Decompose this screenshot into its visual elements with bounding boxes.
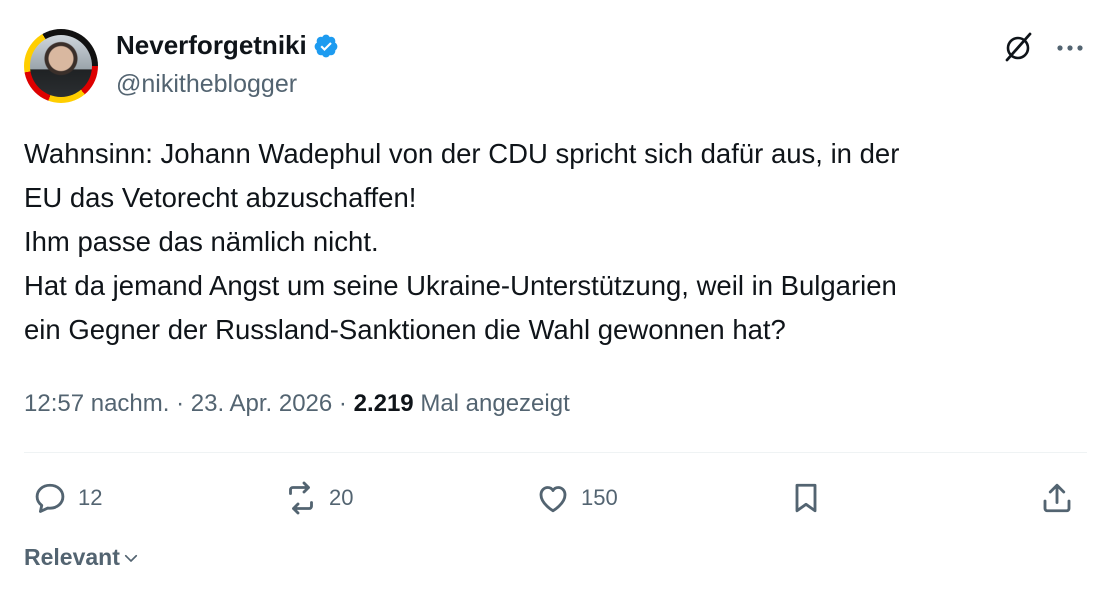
sort-label: Relevant xyxy=(24,544,120,570)
verified-badge-icon xyxy=(314,34,338,57)
repost-button[interactable]: 20 xyxy=(283,480,353,516)
view-count-label: Mal angezeigt xyxy=(420,390,570,417)
avatar-photo xyxy=(30,35,92,97)
tweet-line: EU das Vetorecht abzuschaffen! xyxy=(24,182,417,213)
reply-button[interactable]: 12 xyxy=(32,480,102,516)
tweet-date[interactable]: 23. Apr. 2026 xyxy=(191,390,332,417)
like-button[interactable]: 150 xyxy=(535,480,618,516)
tweet-line: Hat da jemand Angst um seine Ukraine-Unt… xyxy=(24,270,897,301)
reply-count: 12 xyxy=(78,485,103,510)
author-name-row[interactable]: Neverforgetniki xyxy=(116,30,339,61)
chevron-down-icon xyxy=(124,554,137,562)
bookmark-icon xyxy=(795,483,817,513)
author-display-name[interactable]: Neverforgetniki xyxy=(116,30,307,61)
tweet-time[interactable]: 12:57 nachm. xyxy=(24,390,169,417)
tweet-line: Wahnsinn: Johann Wadephul von der CDU sp… xyxy=(24,138,900,169)
bookmark-button[interactable] xyxy=(788,480,824,516)
avatar[interactable] xyxy=(24,29,98,103)
repost-icon xyxy=(289,481,313,515)
more-options-icon[interactable] xyxy=(1055,38,1085,58)
sort-dropdown[interactable]: Relevant xyxy=(24,544,140,571)
tweet-line: ein Gegner der Russland-Sanktionen die W… xyxy=(24,314,786,345)
repost-count: 20 xyxy=(329,485,354,510)
share-button[interactable] xyxy=(1039,480,1075,516)
meta-separator: · xyxy=(338,390,347,417)
tweet-text: Wahnsinn: Johann Wadephul von der CDU sp… xyxy=(24,132,1094,352)
tweet-meta: 12:57 nachm. · 23. Apr. 2026 · 2.219 Mal… xyxy=(24,390,570,418)
view-count: 2.219 xyxy=(353,390,414,417)
share-icon xyxy=(1043,483,1071,513)
heart-icon xyxy=(539,486,567,513)
grok-icon[interactable] xyxy=(1001,30,1035,64)
like-count: 150 xyxy=(581,485,618,510)
reply-icon xyxy=(35,483,65,513)
author-handle[interactable]: @nikitheblogger xyxy=(116,70,297,99)
divider xyxy=(24,452,1087,453)
meta-separator: · xyxy=(176,390,185,417)
tweet-line: Ihm passe das nämlich nicht. xyxy=(24,226,379,257)
